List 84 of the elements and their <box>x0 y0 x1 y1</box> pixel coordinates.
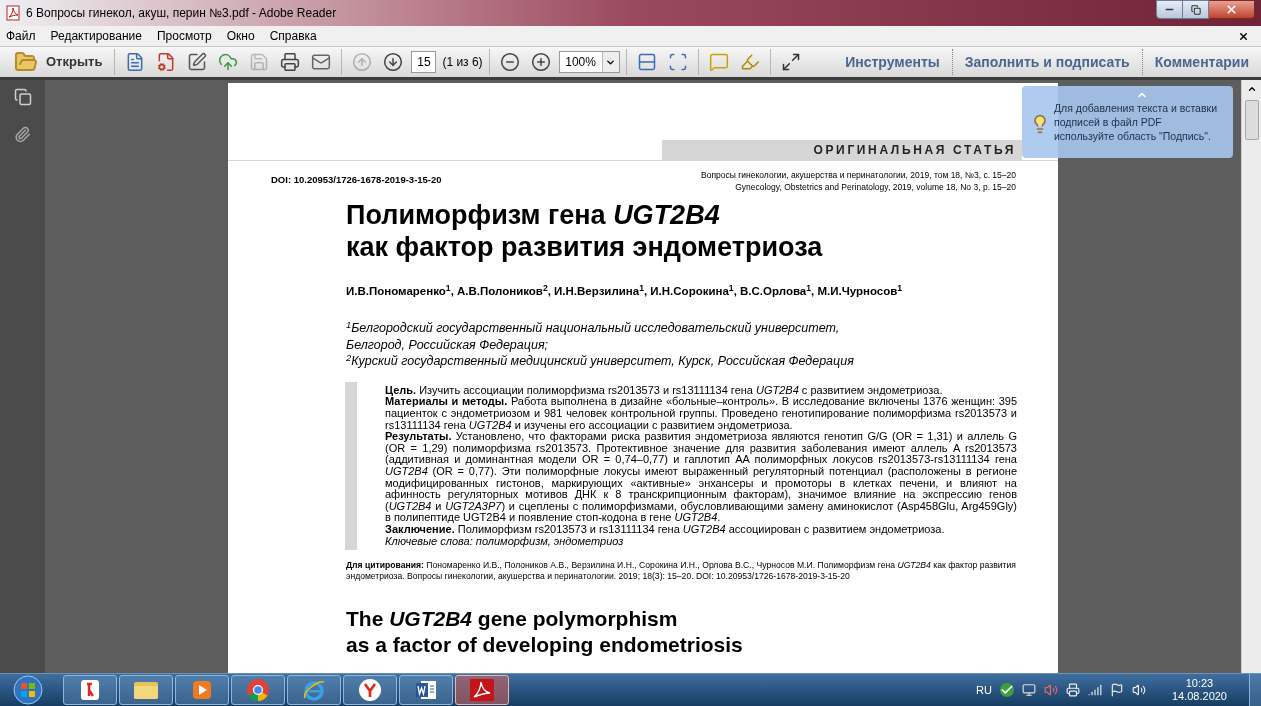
expand-icon <box>780 52 801 72</box>
menu-item[interactable]: Редактирование <box>50 27 142 45</box>
menu-item[interactable]: Файл <box>6 27 36 45</box>
clock-date: 14.08.2020 <box>1171 690 1227 703</box>
close-icon <box>1225 3 1238 16</box>
author-list: И.В.Пономаренко$^{1}$, А.В.Полоников$^{2}$, И.Н.Верзилина$^{1}$, И.Н.Сорокина$^{1}$, В.С.Орлова$^{1}$, М.И.Чурносов$^{1}$ <box>346 283 1058 301</box>
pages-icon[interactable] <box>13 88 32 106</box>
page-number-field[interactable]: 15 <box>411 51 437 73</box>
taskbar-app[interactable] <box>175 675 229 705</box>
pdf-icon <box>469 678 495 702</box>
close-button[interactable] <box>1209 0 1255 19</box>
taskbar-app[interactable] <box>399 675 453 705</box>
open-button[interactable]: Открыть <box>14 48 109 76</box>
keywords: Ключевые слова: полиморфизм, эндометриоз <box>385 535 625 548</box>
globe-icon <box>302 678 326 702</box>
start-button[interactable] <box>10 675 46 705</box>
citation-text: Для цитирования: Пономаренко И.В., Полоников А.В., Верзилина И.Н., Сорокина И.Н., Орлова В.С., Чурносов М.И. Полиморфизм гена UGT2B4 как фактор развития эндометриоза. Вопросы гинекологии, акушерства и перинатологии. 2019; 18(3): 15–20. DOI: 10.20953/1726-1678-2019-3-15-20 <box>346 560 1016 583</box>
doi-text: DOI: 10.20953/1726-1678-2019-3-15-20 <box>271 173 442 187</box>
abstract-paragraph: Результаты. Установлено, что факторами риска развития эндометриоза являются генотип G/G (OR = 1,31) и аллель G (OR = 1,29) полиморфизма rs2013573. Протективное значение для развития заболевания имеют аллель A rs2013573 (аддитивная и доминантная модели OR = 0,74–0,77) и гаплотип AA полиморфных локусов rs2013573-rs13111134 гена UGT2B4 (OR = 0,77). Эти полиморфные локусы имеют выраженный регуляторный потенциал (расположены в регионе модифицированных гистонов, маркирующих «активные» энхансеры и промоторы в клетках печени, и влияют на афинность регуляторных мотивов ДНК к 8 транскрипционным факторам), значимое влияние на экспрессию генов (UGT2B4 и UGT2A3P7) и сцеплены с полиморфизмами, обусловливающими замену аминокислот (Asp458Glu, Arg459Gly) в полипептиде UGT2B4 и появление стоп-кодона в гене UGT2B4. <box>385 431 1017 524</box>
menu-item[interactable]: Окно <box>226 27 255 45</box>
taskbar-app[interactable] <box>455 675 509 705</box>
play-icon <box>191 679 213 701</box>
folder-icon <box>14 50 38 74</box>
letter-icon <box>79 679 101 701</box>
scroll-thumb[interactable] <box>1244 100 1259 140</box>
speaker-icon[interactable] <box>1043 683 1058 697</box>
language-indicator[interactable]: RU <box>976 681 992 699</box>
section-label: ОРИГИНАЛЬНАЯ СТАТЬЯ <box>813 142 1016 159</box>
paperclip-icon[interactable] <box>14 126 31 143</box>
panel-tab[interactable]: Заполнить и подписать <box>951 49 1142 75</box>
folder-icon <box>133 679 159 701</box>
affiliation-line: $^{2}$Курский государственный медицинский университет, Курск, Российская Федерация <box>346 353 855 370</box>
taskbar-app[interactable] <box>287 675 341 705</box>
fit-page-icon <box>667 52 688 72</box>
cloud-upload-icon <box>218 52 239 72</box>
minus-icon <box>499 52 520 72</box>
abstract-paragraph: Цель. Изучить ассоциации полиморфизма rs2013573 и rs13111134 гена UGT2B4 с развитием эндометриоза. <box>385 384 944 397</box>
english-title: The UGT2B4 gene polymorphism as a factor of developing endometriosis <box>346 606 744 659</box>
clock-time: 10:23 <box>1185 677 1214 690</box>
article-title: Полиморфизм гена UGT2B4 как фактор развития эндометриоза <box>346 199 824 263</box>
affiliation-line: $^{1}$Белгородский государственный национальный исследовательский университет, <box>346 320 841 337</box>
taskbar-app[interactable] <box>119 675 173 705</box>
scroll-up-icon[interactable] <box>1246 84 1257 94</box>
journal-line: Gynecology, Obstetrics and Perinatology, 2019, volume 18, No 3, p. 15–20 <box>735 181 1016 193</box>
volume-icon[interactable] <box>1131 683 1146 697</box>
panel-tab[interactable]: Инструменты <box>833 49 952 75</box>
envelope-icon <box>311 52 332 72</box>
restore-icon <box>1190 4 1201 15</box>
window-title: 6 Вопросы гинекол, акуш, перин №3.pdf - Adobe Reader <box>26 5 337 22</box>
close-icon[interactable] <box>1238 30 1249 42</box>
restore-button[interactable] <box>1183 0 1209 19</box>
taskbar-app[interactable] <box>63 675 117 705</box>
speech-bubble-icon <box>708 52 729 72</box>
scroll-pages-icon <box>636 52 657 72</box>
hint-text: Для добавления текста и вставки подписей в файл PDF используйте область "Подпись". <box>1053 101 1218 143</box>
menu-item[interactable]: Справка <box>269 27 317 45</box>
document-icon <box>414 678 438 702</box>
pdf-file-icon <box>6 5 20 21</box>
panel-tab[interactable]: Комментарии <box>1141 49 1261 75</box>
pencil-page-icon <box>187 52 208 72</box>
ring-icon <box>246 678 270 702</box>
printer-icon[interactable] <box>1065 683 1080 697</box>
arrow-down-icon <box>383 52 404 72</box>
zoom-field[interactable]: 100% <box>558 51 620 73</box>
journal-line: Вопросы гинекологии, акушерства и перинатологии, 2019, том 18, №3, с. 15–20 <box>701 169 1016 181</box>
page-count: (1 из 6) <box>442 54 483 71</box>
arrow-up-icon <box>352 52 373 72</box>
scrollbar[interactable] <box>1241 80 1261 673</box>
abstract-paragraph: Материалы и методы. Работа выполнена в дизайне «больные–контроль». В исследование включены 1376 женщин: 395 пациенток с эндометриозом и 981 человек контрольной группы. Проведено генотипирование полиморфизма rs2013573 и rs13111134 гена UGT2B4 и изучены его ассоциации с развитием эндометриоза. <box>385 396 1017 432</box>
show-desktop-button[interactable] <box>1249 674 1261 706</box>
minimize-button[interactable] <box>1156 0 1183 19</box>
plus-icon <box>530 52 551 72</box>
flag-icon[interactable] <box>1109 683 1124 697</box>
menu-item[interactable]: Просмотр <box>156 27 212 45</box>
abstract-paragraph: Заключение. Полиморфизм rs2013573 и rs13111134 гена UGT2B4 ассоциирован с развитием эндометриоза. <box>385 523 946 536</box>
monitor-icon[interactable] <box>1021 683 1036 697</box>
taskbar-app[interactable] <box>231 675 285 705</box>
check-icon[interactable] <box>999 683 1014 697</box>
affiliation-line: Белгород, Российская Федерация; <box>346 336 550 354</box>
circle-icon <box>358 678 382 702</box>
highlighter-icon <box>739 52 760 72</box>
printer-icon <box>280 52 301 72</box>
taskbar-app[interactable] <box>343 675 397 705</box>
signal-icon[interactable] <box>1087 683 1102 697</box>
